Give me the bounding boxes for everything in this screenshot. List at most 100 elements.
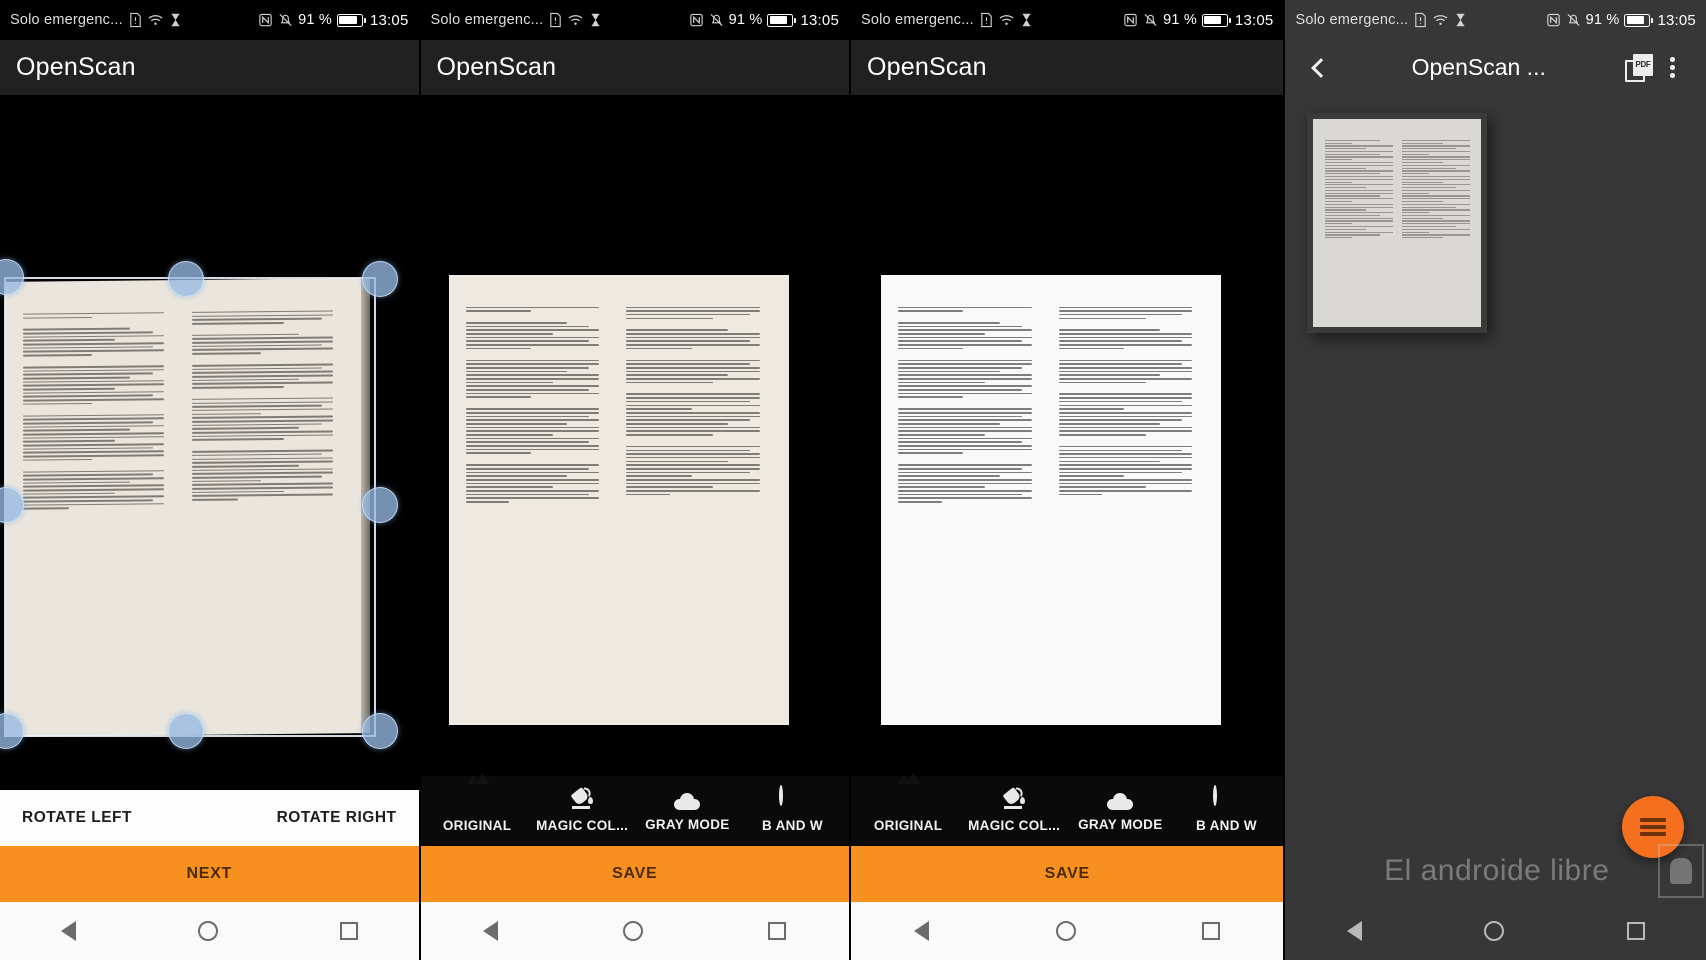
status-bar-left: Solo emergenc... (861, 12, 1034, 28)
wifi-icon (148, 15, 163, 25)
scanned-page-preview (881, 275, 1221, 725)
contrast-icon (1213, 785, 1239, 811)
panel-filter-gray-screen: Solo emergenc... 91 % 13:05 OpenScan ORI… (851, 0, 1284, 960)
thumb-column-left (1325, 139, 1394, 315)
carrier-label: Solo emergenc... (1295, 12, 1409, 28)
filter-label: MAGIC COL... (536, 818, 629, 833)
hourglass-icon (1457, 13, 1465, 27)
save-button[interactable]: SAVE (851, 846, 1284, 902)
clock-label: 13:05 (369, 11, 409, 29)
filter-option-original[interactable]: ORIGINAL (425, 787, 530, 833)
battery-percent-label: 91 % (1585, 12, 1620, 28)
preview-canvas[interactable] (420, 95, 849, 776)
bell-off-icon (279, 13, 292, 27)
pdf-icon-label: PDF (1635, 60, 1651, 69)
pdf-icon: PDF (1624, 53, 1653, 82)
filter-option-gray-mode[interactable]: GRAY MODE (1067, 789, 1173, 832)
watermark-label: El androide libre (1384, 854, 1610, 887)
filter-option-magic-color[interactable]: MAGIC COL... (530, 787, 635, 833)
text-column-right (626, 306, 771, 703)
nav-recents-icon[interactable] (1202, 922, 1221, 940)
filter-label: ORIGINAL (873, 818, 943, 833)
photo-icon (895, 787, 921, 811)
android-nav-bar (420, 902, 849, 960)
contrast-icon (779, 785, 805, 811)
status-bar-right: 91 % 13:05 (1123, 12, 1273, 29)
nav-home-icon[interactable] (197, 921, 218, 941)
clock-label: 13:05 (800, 11, 839, 29)
crop-handle-top-center[interactable] (168, 261, 204, 297)
page-text-columns (465, 306, 772, 703)
bell-off-icon (710, 13, 723, 27)
filter-option-gray-mode[interactable]: GRAY MODE (635, 789, 740, 832)
nav-back-icon[interactable] (914, 921, 930, 941)
android-nav-bar (0, 902, 419, 960)
save-button-label: SAVE (612, 865, 658, 882)
nav-home-icon[interactable] (1484, 921, 1505, 941)
rotate-left-button[interactable]: ROTATE LEFT (22, 809, 132, 827)
bell-off-icon (1567, 13, 1580, 27)
nav-back-icon[interactable] (483, 921, 499, 941)
app-title: OpenScan (436, 53, 557, 81)
next-button[interactable]: NEXT (0, 846, 419, 902)
crop-handle-bottom-right[interactable] (362, 713, 398, 749)
android-nav-bar (1285, 902, 1706, 960)
crop-handle-mid-right[interactable] (362, 487, 398, 523)
photo-icon (464, 787, 490, 811)
crop-handle-bottom-center[interactable] (168, 713, 204, 749)
status-bar-left: Solo emergenc... (431, 12, 604, 28)
preview-canvas[interactable] (851, 95, 1284, 776)
nav-back-icon[interactable] (60, 921, 76, 941)
nav-recents-icon[interactable] (768, 922, 787, 940)
chevron-left-icon (1311, 57, 1331, 78)
back-button[interactable] (1301, 51, 1335, 85)
filter-option-b-and-w[interactable]: B AND W (740, 785, 845, 833)
save-button[interactable]: SAVE (420, 846, 849, 902)
rotate-right-button[interactable]: ROTATE RIGHT (277, 809, 397, 827)
export-pdf-button[interactable]: PDF (1622, 51, 1656, 85)
filter-toolbar: ORIGINAL MAGIC COL... GRAY MODE B AND W (851, 776, 1284, 846)
cloud-icon (1107, 792, 1134, 810)
document-thumbnail-image (1313, 119, 1482, 327)
save-button-label: SAVE (1044, 865, 1090, 882)
nav-recents-icon[interactable] (339, 922, 358, 940)
filter-label: GRAY MODE (1078, 816, 1163, 832)
status-bar-right: 91 % 13:05 (258, 12, 408, 29)
filter-option-b-and-w[interactable]: B AND W (1173, 785, 1279, 833)
wifi-icon (1433, 15, 1448, 25)
filter-toolbar: ORIGINAL MAGIC COL... GRAY MODE B AND W (420, 776, 849, 846)
document-thumbnail-card[interactable] (1307, 113, 1488, 333)
android-robot-watermark-icon (1657, 844, 1704, 898)
thumbnail-text-columns (1325, 139, 1470, 315)
crop-handle-top-right[interactable] (362, 261, 398, 297)
filter-option-magic-color[interactable]: MAGIC COL... (961, 787, 1067, 833)
battery-icon (767, 13, 797, 27)
wifi-icon (999, 15, 1014, 25)
app-bar: OpenScan (851, 40, 1284, 95)
app-title: OpenScan (867, 53, 987, 81)
app-title: OpenScan ... (1411, 54, 1546, 80)
status-bar: Solo emergenc... 91 % 13:05 (420, 0, 849, 40)
nav-recents-icon[interactable] (1626, 922, 1645, 940)
app-bar: OpenScan ... PDF (1285, 40, 1706, 95)
overflow-menu-button[interactable] (1656, 51, 1690, 85)
status-bar-right: 91 % 13:05 (1546, 12, 1696, 29)
text-column-left (898, 306, 1043, 703)
nav-back-icon[interactable] (1346, 921, 1362, 941)
page-text-columns (22, 310, 345, 714)
hourglass-icon (171, 13, 180, 27)
sim-card-icon (981, 12, 992, 28)
bell-off-icon (1144, 13, 1157, 27)
carrier-label: Solo emergenc... (10, 12, 123, 28)
crop-canvas[interactable] (0, 95, 419, 790)
paint-bucket-icon (1001, 787, 1027, 811)
hourglass-icon (592, 13, 600, 27)
nav-home-icon[interactable] (623, 921, 644, 941)
battery-icon (1201, 13, 1231, 27)
filter-option-original[interactable]: ORIGINAL (855, 787, 961, 833)
cloud-icon (674, 792, 701, 810)
clock-label: 13:05 (1234, 11, 1274, 29)
filter-label: ORIGINAL (442, 818, 512, 833)
carrier-label: Solo emergenc... (861, 12, 974, 28)
nav-home-icon[interactable] (1055, 921, 1076, 941)
